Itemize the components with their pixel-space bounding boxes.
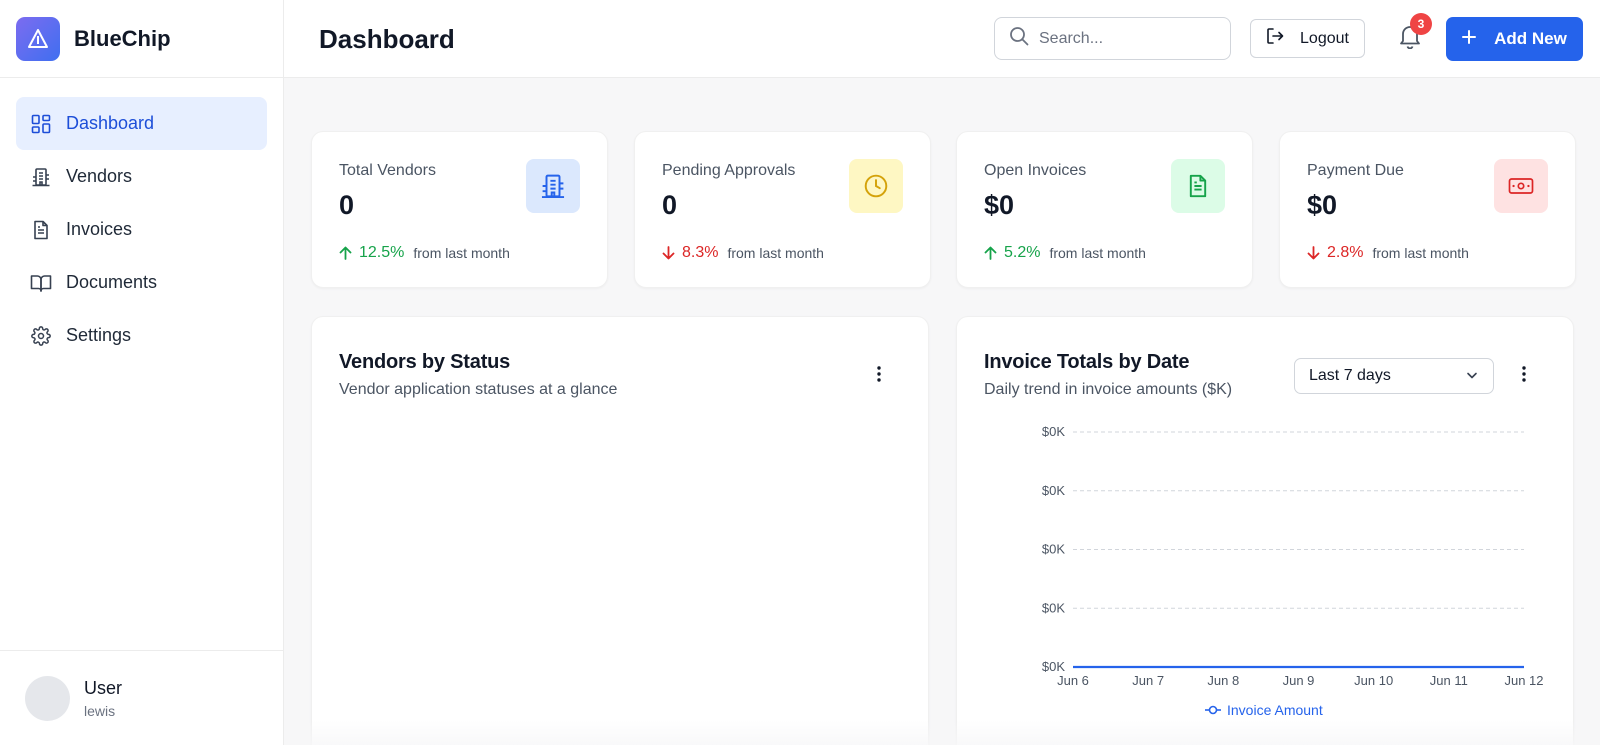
stat-card-open-invoices: Open Invoices $0 5.2% from last month [956,131,1253,288]
stat-value: $0 [1307,190,1338,220]
search-box[interactable] [994,17,1231,60]
sidebar-item-vendors[interactable]: Vendors [16,150,267,203]
stat-value: $0 [984,190,1015,220]
gear-icon [30,325,52,347]
sidebar-item-settings[interactable]: Settings [16,309,267,362]
x-tick-label: Jun 6 [1057,673,1089,688]
invoice-line-chart: $0K$0K$0K$0K$0KJun 6 Jun 7 Jun 8 Jun 9 Jun 1… [1042,424,1544,718]
stat-change-suffix: from last month [727,245,824,261]
x-tick-label: Jun 7 [1132,673,1164,688]
stat-trend: 5.2% from last month [984,244,1146,262]
sidebar: BlueChip Dashboard Vendors Invoices Docu… [0,0,284,745]
arrow-up-icon [339,246,352,260]
arrow-up-icon [984,246,997,260]
stat-change-suffix: from last month [1049,245,1146,261]
plus-icon [1462,29,1477,49]
y-tick-label: $0K [1042,542,1065,557]
invoice-totals-panel: Invoice Totals by Date Daily trend in in… [956,316,1574,745]
building-icon [526,159,580,213]
sidebar-item-label: Dashboard [66,113,155,133]
logout-label: Logout [1300,29,1349,47]
stat-trend: 2.8% from last month [1307,244,1469,262]
stat-label: Open Invoices [984,162,1087,179]
x-tick-label: Jun 11 [1430,673,1468,688]
add-new-label: Add New [1494,29,1567,48]
arrow-down-icon [1307,246,1320,260]
more-options-button[interactable] [869,364,889,388]
building-icon [30,166,52,188]
user-text: User lewis [84,678,122,719]
stat-card-pending-approvals: Pending Approvals 0 8.3% from last month [634,131,931,288]
logout-icon [1266,27,1284,50]
user-handle: lewis [84,702,116,719]
vendors-by-status-panel: Vendors by Status Vendor application sta… [311,316,929,745]
stat-label: Total Vendors [339,162,436,179]
sidebar-item-label: Vendors [66,166,133,186]
stat-label: Pending Approvals [662,162,796,179]
document-icon [1171,159,1225,213]
user-profile[interactable]: User lewis [0,650,284,745]
stat-change: 5.2% [1004,244,1041,261]
add-new-button[interactable]: Add New [1446,17,1583,61]
page-title: Dashboard [319,24,455,54]
stat-change-suffix: from last month [413,245,510,261]
stat-label: Payment Due [1307,162,1404,179]
user-name: User [84,677,123,698]
sidebar-item-label: Invoices [66,219,133,239]
brand: BlueChip [0,0,283,78]
dashboard-grid-icon [30,113,52,135]
stat-change: 8.3% [682,244,719,261]
stat-card-total-vendors: Total Vendors 0 12.5% from last month [311,131,608,288]
sidebar-item-dashboard[interactable]: Dashboard [16,97,267,150]
arrow-down-icon [662,246,675,260]
sidebar-item-label: Settings [66,325,132,345]
banknote-icon [1494,159,1548,213]
x-tick-label: Jun 12 [1504,673,1543,688]
document-icon [30,219,52,241]
avatar [25,675,70,721]
logout-button[interactable]: Logout [1250,19,1365,58]
stat-value: 0 [662,190,678,220]
stat-trend: 8.3% from last month [662,244,824,262]
x-tick-label: Jun 9 [1283,673,1315,688]
y-tick-label: $0K [1042,600,1065,615]
sidebar-nav: Dashboard Vendors Invoices Documents Set… [0,78,283,362]
stat-card-payment-due: Payment Due $0 2.8% from last month [1279,131,1576,288]
legend-marker [1208,705,1218,715]
brand-logo-icon[interactable] [16,16,60,61]
notification-badge: 3 [1410,13,1432,35]
kebab-icon [877,365,881,387]
legend-label: Invoice Amount [1227,702,1323,718]
top-header: Dashboard Logout 3 Add New [284,0,1600,78]
stat-change: 12.5% [359,244,405,261]
open-book-icon [30,272,52,294]
y-tick-label: $0K [1042,659,1065,674]
stat-value: 0 [339,190,355,220]
brand-name: BlueChip [74,25,171,51]
sidebar-item-invoices[interactable]: Invoices [16,203,267,256]
stat-change-suffix: from last month [1372,245,1469,261]
stat-change: 2.8% [1327,244,1364,261]
search-input[interactable] [1039,29,1219,48]
stat-trend: 12.5% from last month [339,244,510,262]
sidebar-item-label: Documents [66,272,158,292]
panel-title: Vendors by Status [339,351,511,373]
clock-icon [849,159,903,213]
y-tick-label: $0K [1042,483,1065,498]
sidebar-item-documents[interactable]: Documents [16,256,267,309]
search-icon [1009,26,1029,51]
panel-subtitle: Vendor application statuses at a glance [339,381,618,398]
x-tick-label: Jun 10 [1354,673,1393,688]
y-tick-label: $0K [1042,424,1065,439]
x-tick-label: Jun 8 [1207,673,1239,688]
